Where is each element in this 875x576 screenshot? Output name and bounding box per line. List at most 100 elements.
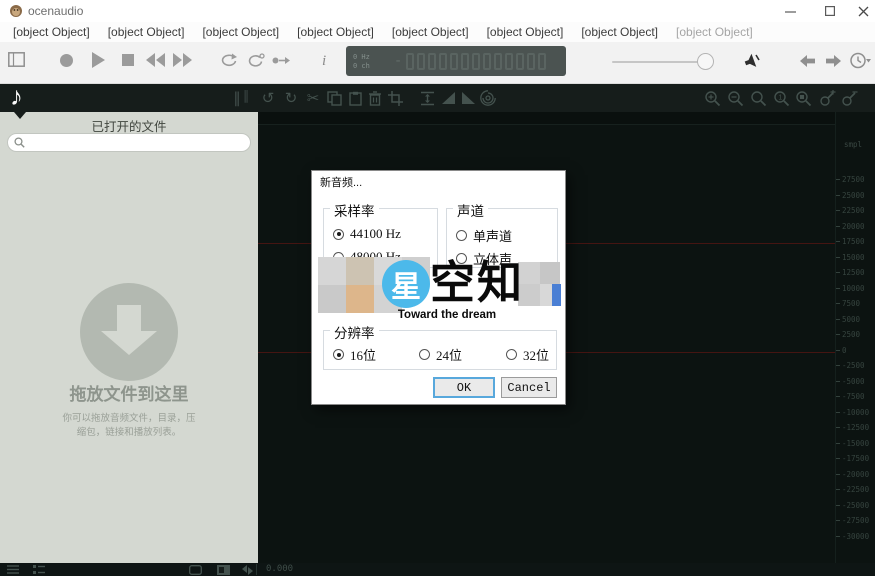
resolution-group: 分辨率 16位 24位 32位 [323, 330, 557, 370]
undo-icon[interactable]: ↺ [259, 89, 277, 107]
radio-32bit[interactable] [506, 349, 517, 360]
rewind-button[interactable] [146, 53, 165, 67]
play-from-cursor-icon[interactable] [272, 55, 290, 66]
scale-tick: -2500 [836, 358, 875, 374]
file-detail-view-icon[interactable] [32, 564, 46, 575]
dialog-title: 新音频... [320, 174, 362, 190]
paste-icon[interactable] [346, 89, 364, 107]
menu-item[interactable]: [object Object] [4, 23, 99, 41]
monitor-speaker-icon[interactable] [742, 51, 762, 71]
zoom-selection-icon[interactable] [794, 89, 812, 107]
radio-24bit[interactable] [419, 349, 430, 360]
resolution-label: 分辨率 [330, 322, 379, 342]
effect-spiral-icon[interactable] [479, 89, 497, 107]
vertical-zoom-in-icon[interactable] [818, 89, 836, 107]
resolution-option[interactable]: 24位 [419, 345, 462, 364]
copy-icon[interactable] [325, 89, 343, 107]
file-search-box[interactable] [7, 133, 251, 152]
radio-16bit[interactable] [333, 349, 344, 360]
trim-crop-icon[interactable] [386, 89, 404, 107]
channels-option[interactable]: 单声道 [456, 226, 512, 245]
title-bar: ocenaudio [0, 0, 875, 22]
markers-icon[interactable] [240, 564, 254, 575]
redo-icon[interactable]: ↻ [282, 89, 300, 107]
scale-tick: 0 [836, 343, 875, 359]
app-title: ocenaudio [28, 4, 83, 18]
close-button[interactable] [848, 0, 875, 22]
fade-in-icon[interactable] [439, 89, 457, 107]
resolution-option[interactable]: 16位 [333, 345, 376, 364]
scale-tick: -27500 [836, 513, 875, 529]
fast-forward-button[interactable] [173, 53, 192, 67]
amplitude-scale[interactable]: smpl 27500 25000 22500 20000 17500 15000… [835, 112, 875, 563]
menu-item[interactable]: [object Object] [288, 23, 383, 41]
record-button[interactable] [60, 54, 73, 67]
delete-trash-icon[interactable] [366, 89, 384, 107]
lcd-sample-rate: 0 Hz [353, 53, 370, 61]
menu-item[interactable]: [object Object] [478, 23, 573, 41]
lcd-ghost-digit [461, 53, 469, 70]
edit-toolbar: ♪ ∥ ∥ ↺ ↻ ✂ 1 [0, 84, 875, 112]
search-input[interactable] [29, 137, 244, 149]
volume-slider-knob[interactable] [697, 53, 714, 70]
loop-once-icon[interactable] [247, 53, 265, 69]
transport-toolbar: i 0 Hz 0 ch - [0, 42, 875, 84]
minimap-panel-icon[interactable] [216, 564, 230, 575]
channels-label: 声道 [453, 200, 488, 220]
vertical-zoom-out-icon[interactable] [840, 89, 858, 107]
time-ruler[interactable] [258, 112, 835, 125]
maximize-button[interactable] [815, 0, 845, 22]
scale-tick: -15000 [836, 436, 875, 452]
stop-button[interactable] [122, 54, 134, 66]
zoom-out-icon[interactable] [726, 89, 744, 107]
ok-button[interactable]: OK [433, 377, 495, 398]
cut-icon[interactable]: ✂ [304, 89, 322, 107]
mosaic-block [318, 257, 346, 285]
play-button[interactable] [92, 52, 105, 68]
scale-tick: -25000 [836, 498, 875, 514]
opened-files-panel: 已打开的文件 拖放文件到这里 你可以拖放音频文件，目录，压缩包，链接和播放列表。 [0, 112, 258, 563]
zoom-one-to-one-icon[interactable]: 1 [772, 89, 790, 107]
watermark-brand: 空知 [430, 258, 524, 308]
scale-tick: 5000 [836, 312, 875, 328]
menu-item[interactable]: [object Object] [193, 23, 288, 41]
history-clock-icon[interactable] [850, 52, 872, 69]
menu-item[interactable]: [object Object] [572, 23, 667, 41]
status-separator [256, 564, 257, 575]
lcd-ghost-digit [417, 53, 425, 70]
drop-files-hint: 你可以拖放音频文件，目录，压缩包，链接和播放列表。 [0, 412, 258, 440]
forward-arrow-icon[interactable] [826, 55, 841, 67]
back-arrow-icon[interactable] [800, 55, 815, 67]
lcd-ghost-digit [406, 53, 414, 70]
resolution-option[interactable]: 32位 [506, 345, 549, 364]
selection-region-icon[interactable] [188, 564, 202, 575]
minimize-button[interactable] [775, 0, 805, 22]
toggle-sidebar-icon[interactable] [8, 52, 25, 67]
lcd-ghost-digit [538, 53, 546, 70]
zoom-fit-icon[interactable] [749, 89, 767, 107]
lcd-ghost-digit [439, 53, 447, 70]
mosaic-block [318, 285, 346, 313]
search-icon [14, 137, 25, 148]
menu-item[interactable]: [object Object] [383, 23, 478, 41]
menu-item[interactable]: [object Object] [667, 23, 762, 41]
scale-tick: 12500 [836, 265, 875, 281]
file-list-view-icon[interactable] [6, 564, 20, 575]
zoom-in-icon[interactable] [703, 89, 721, 107]
loop-icon[interactable] [220, 53, 238, 69]
normalize-icon[interactable] [418, 89, 436, 107]
menu-bar: [object Object][object Object][object Ob… [0, 22, 875, 42]
cancel-button[interactable]: Cancel [501, 377, 557, 398]
sample-rate-option[interactable]: 44100 Hz [333, 226, 401, 242]
scale-tick: -30000 [836, 529, 875, 545]
scale-tick: 22500 [836, 203, 875, 219]
info-icon[interactable]: i [322, 53, 326, 70]
radio-44100[interactable] [333, 229, 344, 240]
menu-item[interactable]: [object Object] [99, 23, 194, 41]
time-display: 0 Hz 0 ch - [346, 46, 566, 76]
fade-out-icon[interactable] [459, 89, 477, 107]
scale-tick: 7500 [836, 296, 875, 312]
drop-arrow-shaft [117, 305, 141, 331]
toolbar-drag-handle[interactable]: ∥ [228, 89, 246, 107]
radio-mono[interactable] [456, 230, 467, 241]
